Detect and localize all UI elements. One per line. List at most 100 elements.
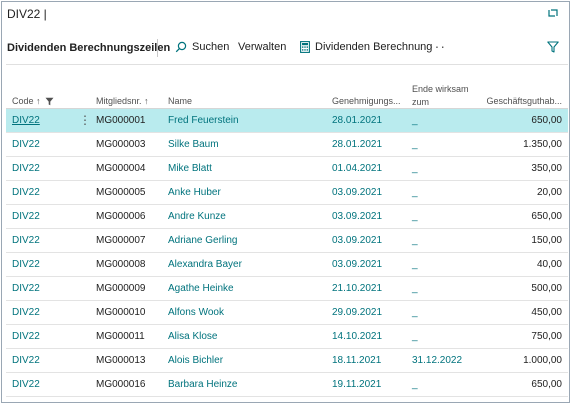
code-link[interactable]: DIV22 [12, 187, 40, 198]
name-link[interactable]: Alisa Klose [168, 331, 217, 342]
approval-date-link[interactable]: 21.10.2021 [332, 283, 382, 294]
approval-date-link[interactable]: 19.11.2021 [332, 379, 381, 390]
approval-date-link[interactable]: 29.09.2021 [332, 307, 382, 318]
name-link[interactable]: Anke Huber [168, 187, 221, 198]
code-link[interactable]: DIV22 [12, 163, 40, 174]
business-balance-cell: 40,00 [536, 259, 562, 270]
effective-end-link[interactable]: _ [412, 307, 418, 318]
table-row[interactable]: DIV22 MG000005 Anke Huber 03.09.2021 _ 20,00 [6, 181, 568, 205]
code-link[interactable]: DIV22 [12, 259, 40, 270]
table-row[interactable]: DIV22 MG000016 Barbara Heinze 19.11.2021 _ 65… [6, 373, 568, 397]
name-link[interactable]: Barbara Heinze [168, 379, 237, 390]
approval-date-link[interactable]: 03.09.2021 [332, 211, 382, 222]
code-link[interactable]: DIV22 [12, 355, 40, 366]
code-link[interactable]: DIV22 [12, 379, 40, 390]
column-header-effective-end-line1: Ende wirksam [412, 84, 469, 94]
approval-date-link[interactable]: 03.09.2021 [332, 259, 382, 270]
lines-grid: Code ↑ Mitgliedsnr. ↑ Name Genehmigungs.… [6, 64, 568, 402]
table-row[interactable]: DIV22 MG000004 Mike Blatt 01.04.2021 _ 350,00 [6, 157, 568, 181]
effective-end-link[interactable]: _ [412, 139, 418, 150]
table-row[interactable]: DIV22 MG000006 Andre Kunze 03.09.2021 _ 650,0… [6, 205, 568, 229]
approval-date-link[interactable]: 18.11.2021 [332, 355, 381, 366]
code-link[interactable]: DIV22 [12, 331, 40, 342]
code-link[interactable]: DIV22 [12, 307, 40, 318]
column-header-name[interactable]: Name [168, 96, 192, 106]
member-no-cell: MG000005 [96, 187, 146, 198]
search-icon [175, 41, 187, 53]
table-row[interactable]: DIV22 MG000013 Alois Bichler 18.11.2021 31.1… [6, 349, 568, 373]
name-link[interactable]: Agathe Heinke [168, 283, 234, 294]
name-link[interactable]: Alexandra Bayer [168, 259, 242, 270]
business-balance-cell: 1.000,00 [523, 355, 562, 366]
table-row[interactable]: DIV22 MG000007 Adriane Gerling 03.09.2021 _ 1… [6, 229, 568, 253]
business-balance-cell: 350,00 [531, 163, 562, 174]
column-header-effective-end[interactable]: Ende wirksam zum [412, 83, 469, 109]
effective-end-link[interactable]: _ [412, 283, 418, 294]
name-link[interactable]: Andre Kunze [168, 211, 226, 222]
name-link[interactable]: Alois Bichler [168, 355, 223, 366]
approval-date-link[interactable]: 03.09.2021 [332, 235, 382, 246]
effective-end-link[interactable]: _ [412, 331, 418, 342]
column-header-code-label: Code ↑ [12, 96, 41, 106]
approval-date-link[interactable]: 28.01.2021 [332, 115, 382, 126]
code-link[interactable]: DIV22 [12, 211, 40, 222]
manage-button[interactable]: Verwalten [238, 41, 286, 53]
effective-end-link[interactable]: _ [412, 211, 418, 222]
member-no-cell: MG000009 [96, 283, 146, 294]
table-row[interactable]: DIV22 MG000009 Agathe Heinke 21.10.2021 _ 500… [6, 277, 568, 301]
table-row[interactable]: DIV22 MG000011 Alisa Klose 14.10.2021 _ 750,0… [6, 325, 568, 349]
column-header-code[interactable]: Code ↑ [12, 96, 54, 106]
approval-date-link[interactable]: 01.04.2021 [332, 163, 382, 174]
dividend-calculation-label: Dividenden Berechnung [315, 41, 433, 53]
filter-pane-icon[interactable] [547, 41, 559, 53]
calculator-icon [300, 41, 310, 53]
code-link[interactable]: DIV22 [12, 115, 40, 126]
name-link[interactable]: Alfons Wook [168, 307, 224, 318]
effective-end-link[interactable]: _ [412, 163, 418, 174]
name-link[interactable]: Silke Baum [168, 139, 219, 150]
approval-date-link[interactable]: 14.10.2021 [332, 331, 382, 342]
business-balance-cell: 1.350,00 [523, 139, 562, 150]
business-balance-cell: 450,00 [531, 307, 562, 318]
member-no-cell: MG000001 [96, 115, 146, 126]
search-label: Suchen [192, 41, 230, 53]
code-link[interactable]: DIV22 [12, 139, 40, 150]
member-no-cell: MG000013 [96, 355, 146, 366]
approval-date-link[interactable]: 03.09.2021 [332, 187, 382, 198]
effective-end-link[interactable]: 31.12.2022 [412, 355, 462, 366]
filter-icon [45, 97, 54, 105]
table-row[interactable]: DIV22 MG000001 Fred Feuerstein 28.01.2021 _ 6… [6, 109, 568, 133]
member-no-cell: MG000004 [96, 163, 146, 174]
effective-end-link[interactable]: _ [412, 235, 418, 246]
member-no-cell: MG000011 [96, 331, 145, 342]
business-balance-cell: 650,00 [531, 379, 562, 390]
column-header-approval-date[interactable]: Genehmigungs... [332, 96, 401, 106]
table-row[interactable]: DIV22 MG000008 Alexandra Bayer 03.09.2021 _ 4… [6, 253, 568, 277]
member-no-cell: MG000016 [96, 379, 146, 390]
business-balance-cell: 150,00 [531, 235, 562, 246]
name-link[interactable]: Fred Feuerstein [168, 115, 239, 126]
title-bar: DIV22 | [2, 2, 569, 30]
collapse-icon[interactable] [547, 6, 559, 18]
effective-end-link[interactable]: _ [412, 259, 418, 270]
table-row[interactable]: DIV22 MG000003 Silke Baum 28.01.2021 _ 1.350,… [6, 133, 568, 157]
business-balance-cell: 500,00 [531, 283, 562, 294]
code-link[interactable]: DIV22 [12, 283, 40, 294]
effective-end-link[interactable]: _ [412, 115, 418, 126]
column-header-member-no[interactable]: Mitgliedsnr. ↑ [96, 96, 149, 106]
member-no-cell: MG000007 [96, 235, 146, 246]
column-header-effective-end-line2: zum [412, 97, 430, 107]
name-link[interactable]: Mike Blatt [168, 163, 212, 174]
row-menu-icon[interactable]: ⋮ [79, 113, 91, 127]
search-button[interactable]: Suchen [175, 41, 229, 53]
approval-date-link[interactable]: 28.01.2021 [332, 139, 382, 150]
effective-end-link[interactable]: _ [412, 379, 418, 390]
more-options-button[interactable]: ··· [429, 38, 446, 54]
dividend-calculation-button[interactable]: Dividenden Berechnung [300, 41, 432, 53]
code-link[interactable]: DIV22 [12, 235, 40, 246]
effective-end-link[interactable]: _ [412, 187, 418, 198]
name-link[interactable]: Adriane Gerling [168, 235, 237, 246]
column-header-business-balance[interactable]: Geschäftsguthab... [486, 96, 562, 106]
manage-label: Verwalten [238, 41, 287, 53]
table-row[interactable]: DIV22 MG000010 Alfons Wook 29.09.2021 _ 450,0… [6, 301, 568, 325]
